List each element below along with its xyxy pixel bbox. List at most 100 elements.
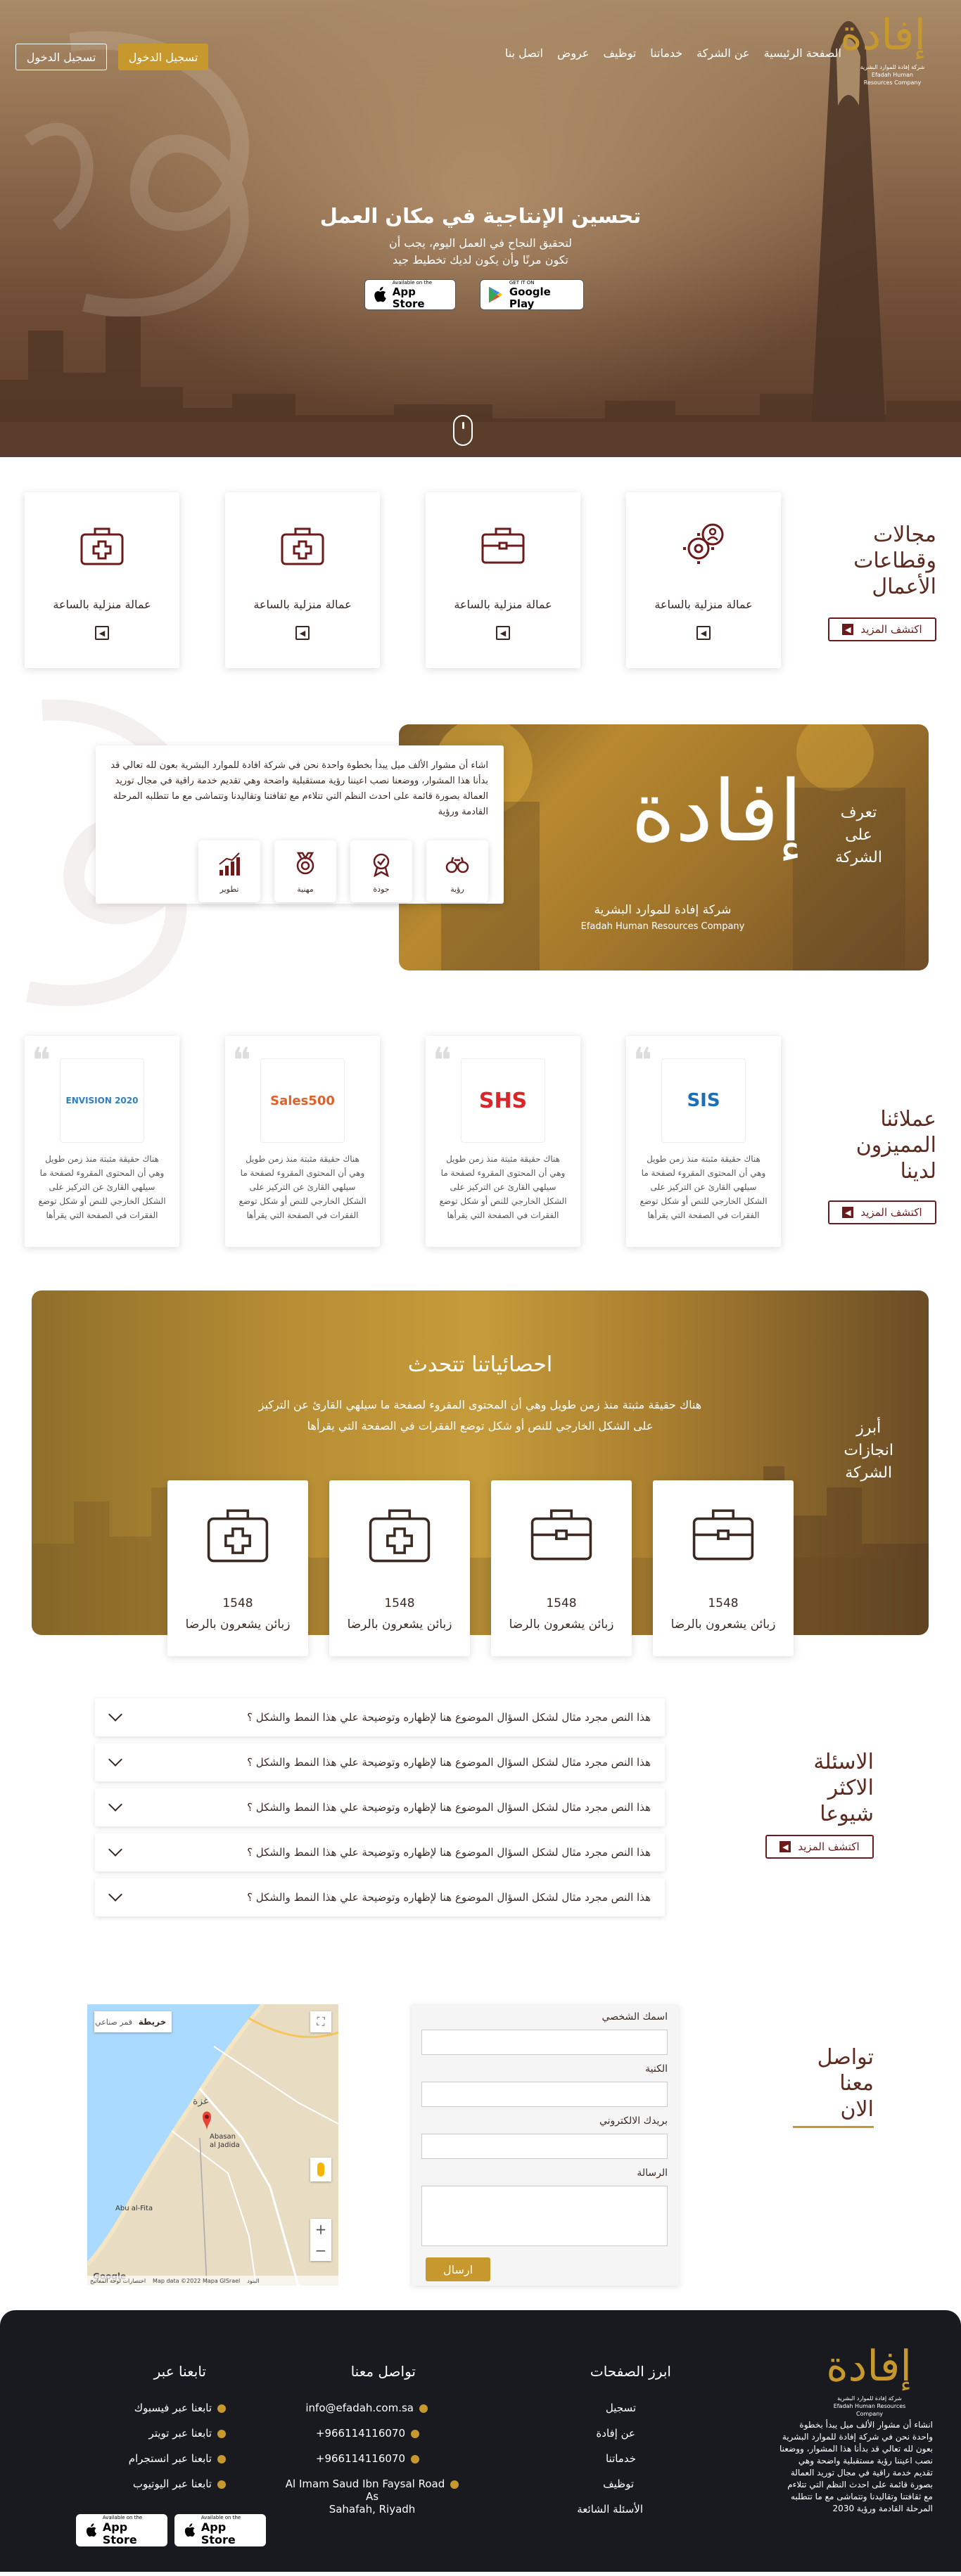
client-card[interactable]: ❝ Sales500 هناك حقيقة مثبتة منذ زمن طويل… [225, 1036, 380, 1247]
hero-subtitle: لتحقيق النجاح في العمل اليوم، يجب أن تكو… [0, 235, 961, 269]
email-label: بريدك الالكتروني [599, 2115, 668, 2127]
zoom-in-icon[interactable]: + [310, 2219, 331, 2240]
facebook-icon [217, 2404, 226, 2413]
fullscreen-icon[interactable]: ⛶ [310, 2011, 331, 2032]
map-shortcuts[interactable]: اختصارات لوحة المفاتيح [90, 2278, 146, 2284]
social-link-instagram[interactable]: تابعنا عبر انستجرام [129, 2452, 226, 2465]
map-terms[interactable]: البنود [247, 2278, 259, 2284]
chevron-down-icon[interactable] [108, 1752, 122, 1767]
zoom-out-icon[interactable]: − [310, 2240, 331, 2261]
social-link-twitter[interactable]: تابعنا عبر تويتر [149, 2427, 226, 2440]
footer-phone[interactable]: 966114116070+ [316, 2452, 419, 2465]
faq-item[interactable]: هذا النص مجرد مثال لشكل السؤال الموضوع ه… [95, 1698, 665, 1736]
faq-item[interactable]: هذا النص مجرد مثال لشكل السؤال الموضوع ه… [95, 1878, 665, 1916]
nav-link-jobs[interactable]: توظيف [603, 46, 636, 60]
sectors-more-button[interactable]: اكتشف المزيد ◀ [828, 617, 936, 641]
footer-page-link[interactable]: عن إفادة [596, 2427, 635, 2440]
app-store-badge[interactable]: Available on the App Store [364, 279, 456, 310]
nav-link-contact[interactable]: اتصل بنا [505, 46, 543, 60]
email-field[interactable] [421, 2134, 668, 2159]
client-logo-text: SIS [687, 1090, 720, 1111]
social-link-label: تابعنا عبر تويتر [148, 2427, 212, 2440]
clients-more-button[interactable]: اكتشف المزيد ◀ [828, 1200, 936, 1224]
nav-link-services[interactable]: خدماتنا [650, 46, 682, 60]
company-field[interactable] [421, 2082, 668, 2107]
faq-item[interactable]: هذا النص مجرد مثال لشكل السؤال الموضوع ه… [95, 1743, 665, 1781]
client-text: هناك حقيقة مثبتة منذ زمن طويل وهي أن الم… [439, 1154, 567, 1220]
footer-page-link[interactable]: الأسئلة الشائعة [577, 2503, 643, 2516]
faq-question: هذا النص مجرد مثال لشكل السؤال الموضوع ه… [247, 1801, 651, 1814]
map-tab-map[interactable]: خريطة [133, 2011, 172, 2032]
social-link-youtube[interactable]: تابعنا عبر اليوتيوب [133, 2478, 226, 2490]
footer-phone[interactable]: 966114116070+ [316, 2427, 419, 2440]
footer-page-link[interactable]: خدماتنا [606, 2452, 636, 2465]
footer-page-link[interactable]: توظيف [603, 2478, 634, 2490]
footer-pages-title: ابرز الصفحات [590, 2363, 671, 2380]
footer-email[interactable]: info@efadah.com.sa [305, 2402, 428, 2414]
faq-item[interactable]: هذا النص مجرد مثال لشكل السؤال الموضوع ه… [95, 1833, 665, 1871]
message-field[interactable] [421, 2186, 668, 2246]
faq-more-button[interactable]: اكتشف المزيد ◀ [765, 1835, 874, 1859]
client-logo-text: ENVISION 2020 [65, 1096, 139, 1106]
client-card[interactable]: ❝ SIS هناك حقيقة مثبتة منذ زمن طويل وهي … [626, 1036, 781, 1247]
contact-title-line-2: معنا [839, 2071, 874, 2096]
sector-card[interactable]: عمالة منزلية بالساعة ◀ [25, 492, 179, 668]
briefcase-icon [692, 1509, 754, 1561]
about-card: اشاء أن مشوار الألف ميل يبدأ بخطوة واحدة… [96, 745, 504, 904]
client-card[interactable]: ❝ SHS هناك حقيقة مثبتة منذ زمن طويل وهي … [426, 1036, 580, 1247]
send-button[interactable]: ارسال [426, 2257, 490, 2281]
faq-title: الاسئلة الاكثر شيوعا [813, 1749, 874, 1827]
register-button[interactable]: تسجيل الدخول [118, 44, 208, 70]
footer-page-link[interactable]: تسجيل [606, 2402, 636, 2414]
map-tab-satellite[interactable]: قمر صناعي [94, 2011, 133, 2032]
client-card[interactable]: ❝ ENVISION 2020 هناك حقيقة مثبتة منذ زمن… [25, 1036, 179, 1247]
about-label-line-2: على [845, 826, 872, 844]
faq-item[interactable]: هذا النص مجرد مثال لشكل السؤال الموضوع ه… [95, 1788, 665, 1826]
faq-question: هذا النص مجرد مثال لشكل السؤال الموضوع ه… [247, 1891, 651, 1904]
sector-card[interactable]: عمالة منزلية بالساعة ◀ [626, 492, 781, 668]
nav-link-offers[interactable]: عروض [557, 46, 589, 60]
sector-card[interactable]: عمالة منزلية بالساعة ◀ [225, 492, 380, 668]
chevron-down-icon[interactable] [108, 1707, 122, 1722]
nav-link-about[interactable]: عن الشركة [696, 46, 749, 60]
quote-icon: ❝ [232, 1040, 251, 1081]
arrow-left-icon[interactable]: ◀ [95, 626, 109, 640]
chevron-down-icon[interactable] [108, 1798, 122, 1812]
stats-description-line-1: هناك حقيقة مثبتة منذ زمن طويل وهي أن الم… [258, 1398, 702, 1411]
arrow-left-icon[interactable]: ◀ [295, 626, 310, 640]
footer-app-store-badge[interactable]: Available on the App Store [174, 2514, 266, 2546]
map-label-place-2: al Jadida [210, 2141, 240, 2149]
nav-links: الصفحة الرئيسية عن الشركة خدماتنا توظيف … [505, 46, 841, 60]
sector-card[interactable]: عمالة منزلية بالساعة ◀ [426, 492, 580, 668]
pegman-icon[interactable] [310, 2158, 331, 2181]
map-widget[interactable]: خريطة قمر صناعي ⛶ غزة Abasan al Jadida A… [87, 2004, 338, 2286]
social-link-facebook[interactable]: تابعنا عبر فيسبوك [134, 2402, 226, 2414]
client-text: هناك حقيقة مثبتة منذ زمن طويل وهي أن الم… [639, 1154, 768, 1220]
stat-label: زبائن يشعرون بالرضا [185, 1617, 291, 1632]
logo[interactable]: إفادة شركة إفادة للموارد البشرية Efadah … [840, 7, 926, 86]
value-label: مهنية [297, 885, 314, 894]
about-section: إفادة شركة إفادة للموارد البشرية Efadah … [0, 696, 961, 1016]
name-field[interactable] [421, 2030, 668, 2055]
badge-big-text: App Store [102, 2520, 137, 2546]
nav-link-home[interactable]: الصفحة الرئيسية [764, 46, 841, 60]
about-label-line-3: الشركة [835, 849, 882, 866]
login-button[interactable]: تسجيل الدخول [15, 44, 107, 70]
map-data-credit: Map data ©2022 Mapa GISrael [153, 2277, 241, 2284]
scroll-down-icon[interactable] [453, 415, 473, 446]
map-label-place-1: Abasan [210, 2133, 236, 2141]
google-play-badge[interactable]: GET IT ON Google Play [480, 279, 584, 310]
chevron-down-icon[interactable] [108, 1888, 122, 1902]
quote-icon: ❝ [433, 1040, 452, 1081]
map-type-control: خريطة قمر صناعي [94, 2011, 172, 2032]
faq-title-line-3: شيوعا [820, 1802, 874, 1826]
footer-logo[interactable]: إفادة شركة إفادة للموارد البشرية Efadah … [826, 2338, 912, 2418]
phone-icon [411, 2454, 419, 2463]
footer-app-store-badge[interactable]: Available on the App Store [76, 2514, 167, 2546]
arrow-left-icon[interactable]: ◀ [696, 626, 711, 640]
arrow-left-icon[interactable]: ◀ [496, 626, 510, 640]
chevron-down-icon[interactable] [108, 1843, 122, 1857]
client-logo-text: SHS [478, 1088, 528, 1113]
apple-icon [86, 2523, 97, 2537]
sectors-title-line-2: وقطاعات [853, 549, 936, 573]
